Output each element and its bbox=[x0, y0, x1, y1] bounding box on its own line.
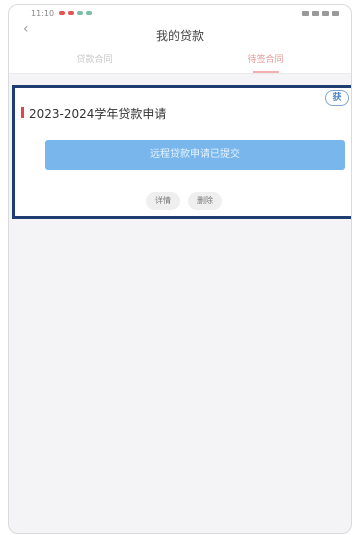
status-stamp: 获 bbox=[325, 90, 349, 106]
tab-bar: 贷款合同 待签合同 bbox=[9, 47, 351, 74]
tab-pending-contracts[interactable]: 待签合同 bbox=[180, 47, 351, 73]
card-actions: 详情 删除 bbox=[15, 192, 351, 210]
page-title: 我的贷款 bbox=[155, 29, 204, 43]
loan-application-card: 获 2023-2024学年贷款申请 远程贷款申请已提交 详情 删除 bbox=[12, 85, 351, 219]
notification-icon bbox=[68, 11, 74, 15]
wifi-icon bbox=[312, 11, 319, 16]
notification-icon bbox=[77, 11, 83, 15]
title-marker bbox=[21, 107, 24, 118]
notification-icon bbox=[59, 11, 65, 15]
signal-icon bbox=[302, 11, 309, 16]
navigation-bar: ‹ 我的贷款 bbox=[9, 19, 351, 47]
application-submitted-button[interactable]: 远程贷款申请已提交 bbox=[45, 140, 345, 170]
delete-button[interactable]: 删除 bbox=[188, 192, 222, 210]
phone-screen: 11:10 ‹ 我的贷款 贷款合同 待签合同 获 2023-2024学年贷款申请… bbox=[8, 4, 352, 534]
network-icon bbox=[332, 11, 339, 16]
notification-icons bbox=[59, 11, 92, 15]
tab-loan-contracts[interactable]: 贷款合同 bbox=[9, 47, 180, 73]
details-button[interactable]: 详情 bbox=[146, 192, 180, 210]
system-icons bbox=[302, 11, 339, 16]
loan-card-title: 2023-2024学年贷款申请 bbox=[29, 107, 167, 121]
battery-icon bbox=[322, 11, 329, 16]
status-time: 11:10 bbox=[31, 9, 55, 18]
notification-icon bbox=[86, 11, 92, 15]
